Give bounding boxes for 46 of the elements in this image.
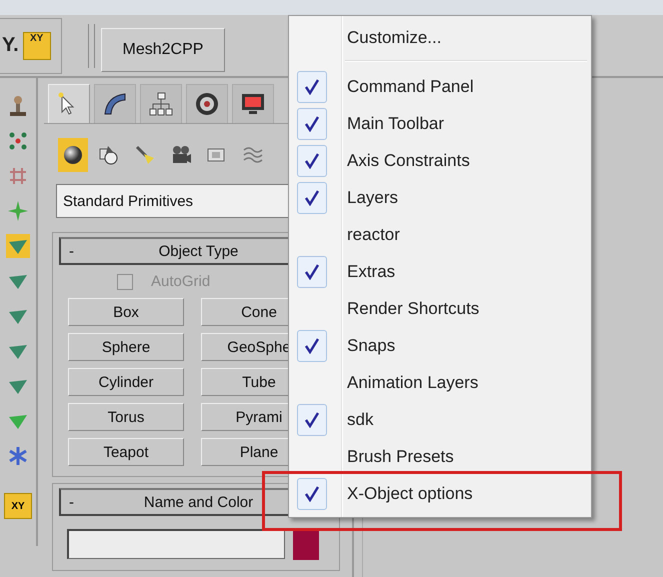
menu-item[interactable]: Command Panel [289, 68, 591, 105]
check-icon [305, 190, 319, 206]
object-button[interactable]: Teapot [68, 438, 184, 466]
name-field[interactable] [67, 529, 285, 559]
check-icon [305, 486, 319, 502]
panel-tab[interactable] [232, 84, 274, 123]
camera-icon [170, 144, 192, 166]
rollout-title: Name and Color [142, 494, 254, 510]
hierarchy-icon [148, 91, 174, 117]
collapse-sign: - [69, 494, 74, 510]
category-button[interactable] [58, 138, 88, 172]
monitor-icon [240, 91, 266, 117]
sphere-icon [62, 144, 84, 166]
menu-item[interactable]: Main Toolbar [289, 105, 591, 142]
panel-tab[interactable] [94, 84, 136, 123]
cone-icon [6, 234, 30, 258]
rollout-title: Object Type [158, 242, 240, 260]
color-swatch[interactable] [293, 528, 319, 560]
check-icon [305, 338, 319, 354]
check-icon [305, 412, 319, 428]
light-icon [134, 144, 156, 166]
star-icon [6, 199, 30, 223]
snowflake-icon [6, 444, 30, 468]
axis-label: Y. [2, 34, 19, 57]
panel-tab[interactable] [140, 84, 182, 123]
menu-item[interactable]: Axis Constraints [289, 142, 591, 179]
axis-button[interactable]: XY [4, 493, 32, 519]
collapse-sign: - [69, 242, 74, 260]
mesh2cpp-button[interactable]: Mesh2CPP [101, 28, 225, 72]
object-button[interactable]: Box [68, 298, 184, 326]
curve-icon [102, 91, 128, 117]
check-icon [305, 152, 319, 168]
menu-item[interactable]: Customize... [289, 16, 591, 60]
toolbar-separator [88, 24, 95, 68]
check-icon [305, 264, 319, 280]
object-button[interactable]: Sphere [68, 333, 184, 361]
object-button[interactable]: Cylinder [68, 368, 184, 396]
axis-button[interactable]: XY [22, 32, 51, 60]
check-icon [305, 78, 319, 94]
wave-icon [242, 144, 264, 166]
panel-tab[interactable] [186, 84, 228, 123]
shapes-icon [98, 144, 120, 166]
object-button[interactable]: Torus [68, 403, 184, 431]
check-icon [305, 116, 319, 132]
autogrid-label: AutoGrid [151, 273, 210, 290]
wheel-icon [194, 91, 220, 117]
